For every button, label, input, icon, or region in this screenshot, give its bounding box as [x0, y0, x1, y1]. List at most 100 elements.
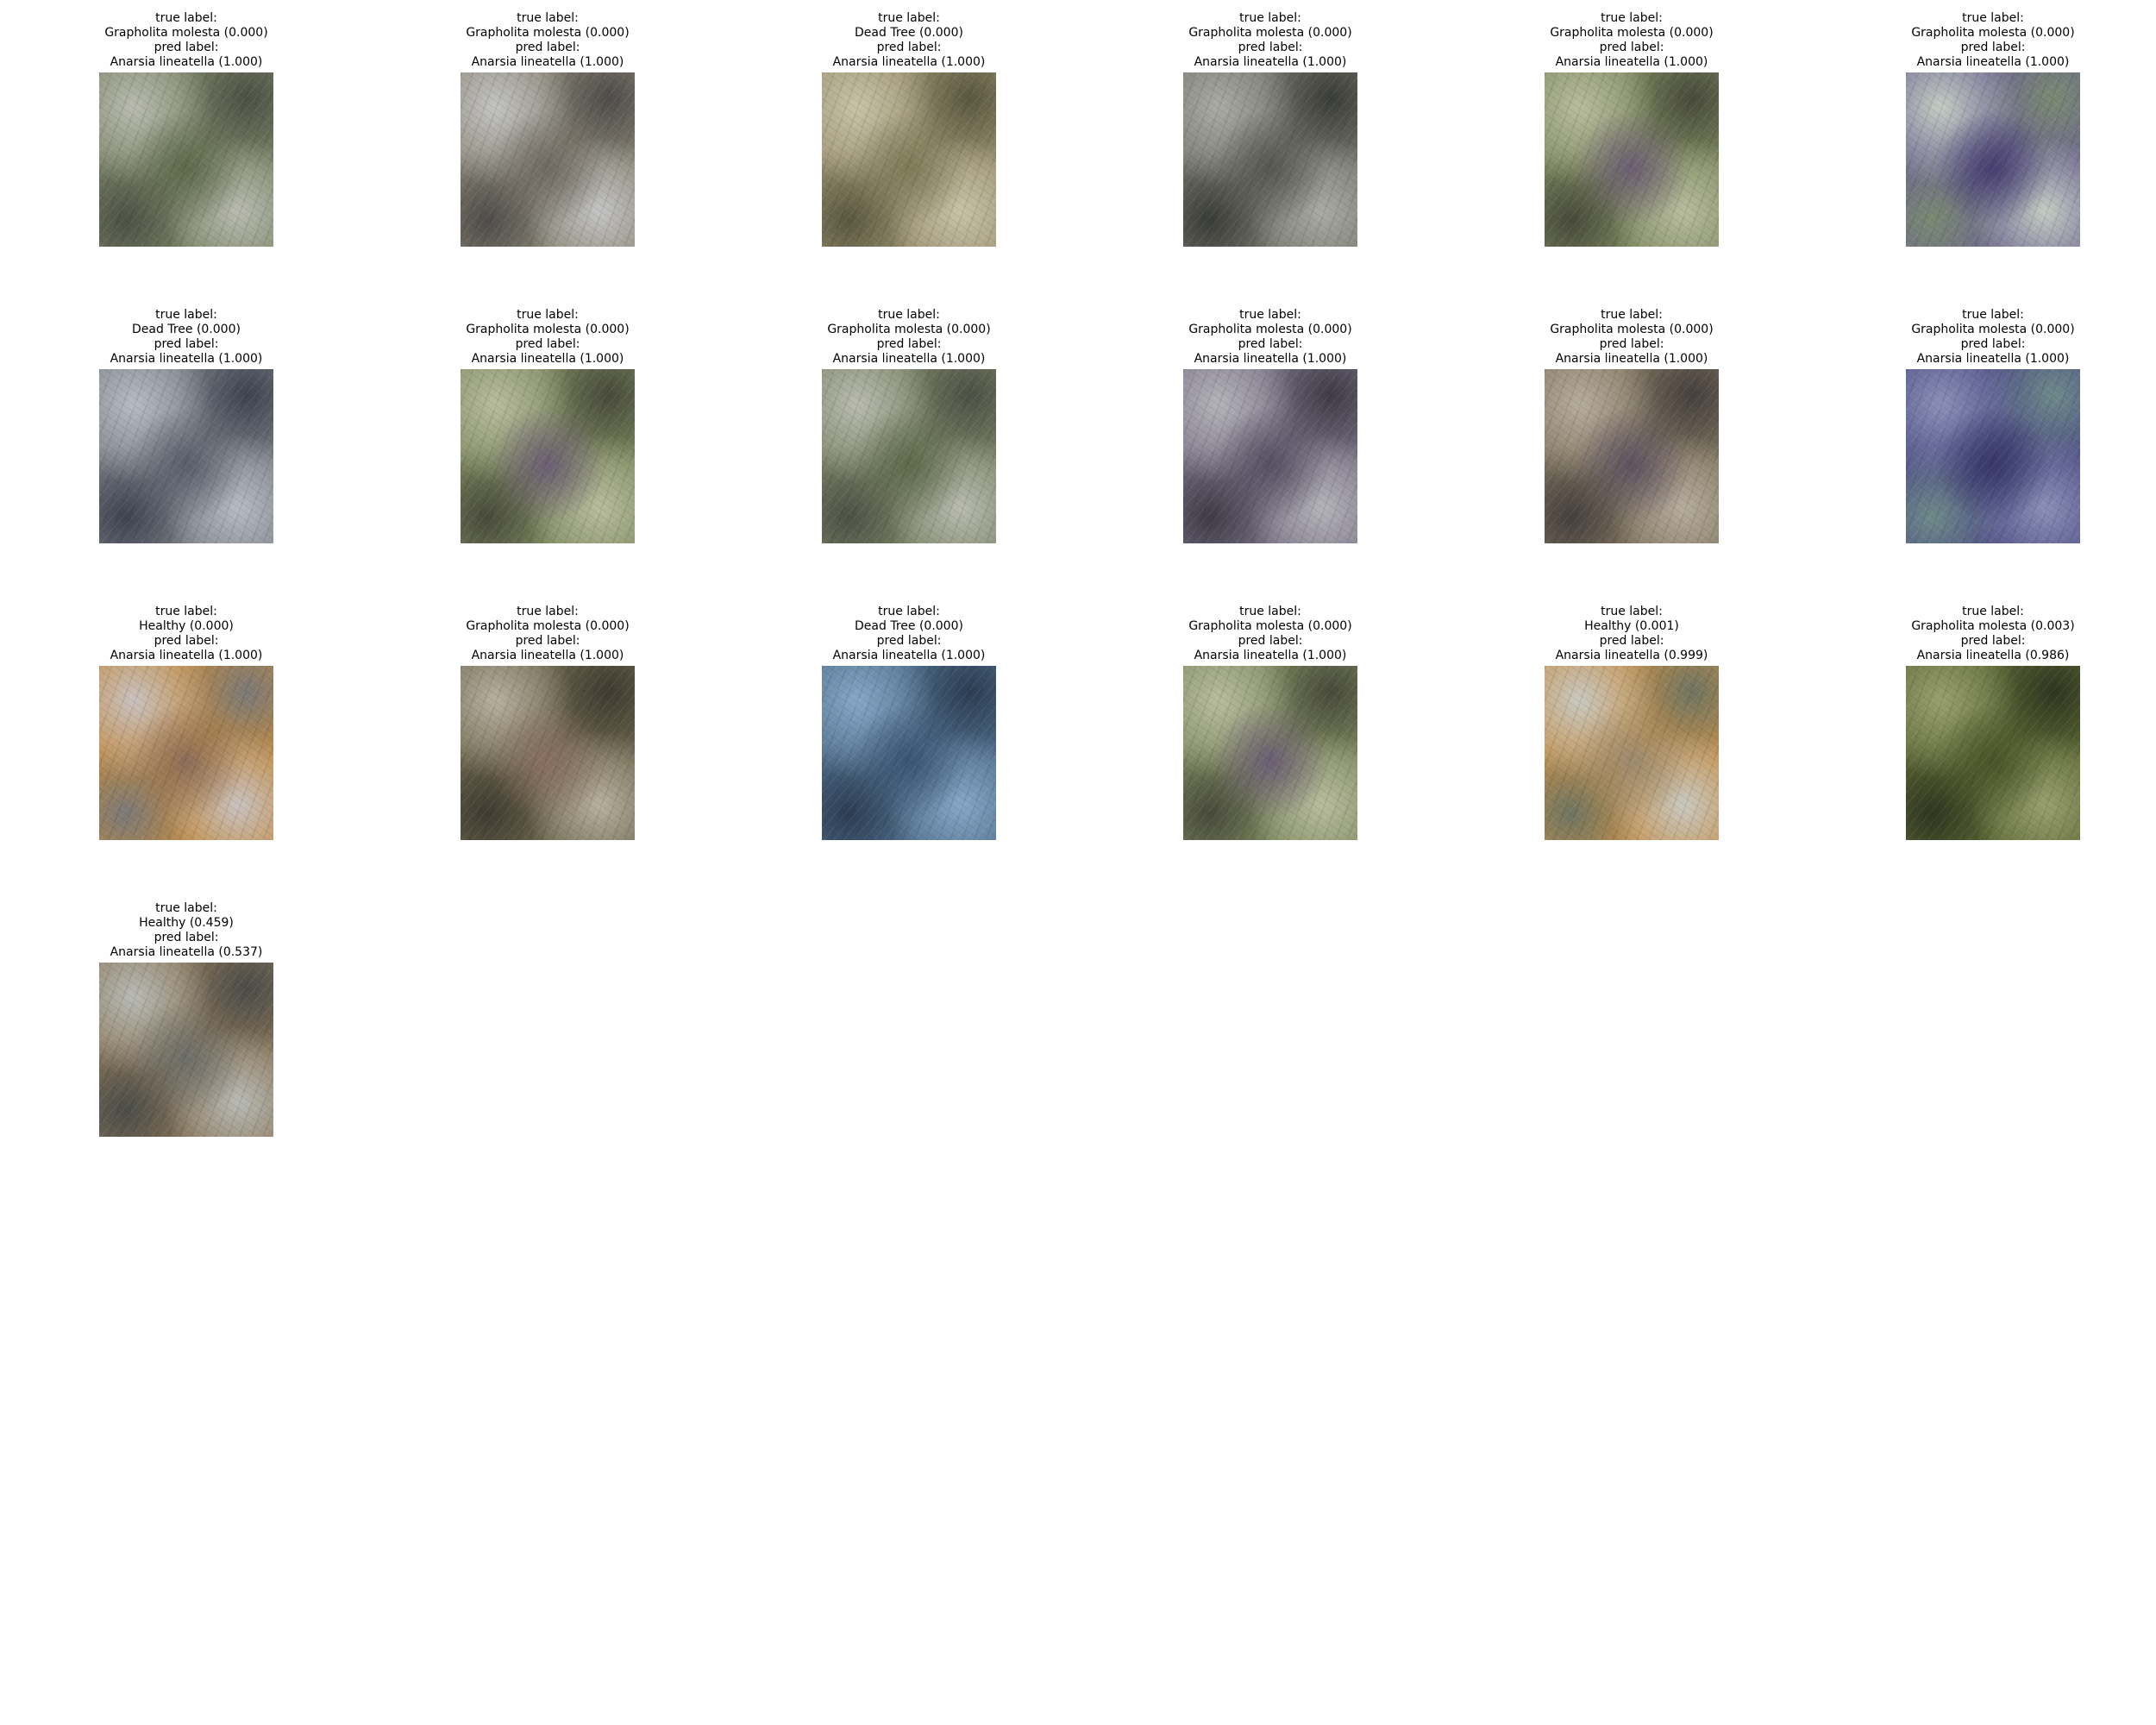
grid-panel: true label: Dead Tree (0.000) pred label: A…	[822, 605, 996, 840]
grid-panel: true label: Dead Tree (0.000) pred label: A…	[822, 11, 996, 247]
true-label-value: Healthy (0.000)	[139, 619, 234, 633]
pred-label-value: Anarsia lineatella (0.999)	[1555, 649, 1708, 662]
panel-image-texture	[461, 72, 635, 247]
true-label-value: Healthy (0.001)	[1584, 619, 1679, 633]
pred-label-value: Anarsia lineatella (1.000)	[1916, 352, 2070, 366]
true-label-heading: true label:	[155, 11, 217, 25]
grid-panel: true label: Healthy (0.459) pred label: Ana…	[99, 901, 273, 1137]
true-label-value: Grapholita molesta (0.003)	[1911, 619, 2075, 633]
panel-image-texture	[822, 72, 996, 247]
panel-image-texture	[1183, 72, 1357, 247]
true-label-heading: true label:	[517, 308, 579, 322]
grid-panel: true label: Grapholita molesta (0.000) pre…	[461, 605, 635, 840]
true-label-heading: true label:	[1601, 11, 1663, 25]
panel-caption: true label: Dead Tree (0.000) pred label: A…	[47, 308, 325, 367]
panel-image-texture	[1545, 666, 1719, 840]
true-label-value: Grapholita molesta (0.000)	[1188, 323, 1352, 336]
panel-image-texture	[1906, 72, 2080, 247]
grid-panel: true label: Grapholita molesta (0.000) pre…	[1183, 605, 1357, 840]
pred-label-value: Anarsia lineatella (1.000)	[1194, 352, 1347, 366]
panel-image	[1906, 666, 2080, 840]
panel-image	[1545, 666, 1719, 840]
pred-label-value: Anarsia lineatella (0.986)	[1916, 649, 2070, 662]
panel-image	[1545, 369, 1719, 543]
panel-caption: true label: Grapholita molesta (0.000) pre…	[1131, 605, 1409, 663]
true-label-heading: true label:	[1239, 605, 1301, 618]
panel-caption: true label: Dead Tree (0.000) pred label: A…	[770, 605, 1048, 663]
panel-image-texture	[461, 666, 635, 840]
grid-panel: true label: Grapholita molesta (0.000) pre…	[1183, 11, 1357, 247]
true-label-value: Grapholita molesta (0.000)	[466, 619, 630, 633]
panel-caption: true label: Grapholita molesta (0.000) pre…	[1131, 308, 1409, 367]
grid-panel: true label: Grapholita molesta (0.000) pre…	[1906, 308, 2080, 543]
image-grid-figure: true label: Grapholita molesta (0.000) pre…	[0, 0, 2156, 1725]
true-label-value: Grapholita molesta (0.000)	[1911, 323, 2075, 336]
true-label-heading: true label:	[517, 11, 579, 25]
panel-image	[822, 72, 996, 247]
pred-label-heading: pred label:	[876, 634, 942, 648]
true-label-value: Grapholita molesta (0.000)	[104, 26, 268, 40]
pred-label-value: Anarsia lineatella (1.000)	[1555, 352, 1708, 366]
pred-label-heading: pred label:	[876, 337, 942, 351]
grid-panel: true label: Grapholita molesta (0.000) pre…	[822, 308, 996, 543]
panel-image-texture	[1545, 369, 1719, 543]
true-label-heading: true label:	[878, 605, 940, 618]
panel-caption: true label: Grapholita molesta (0.000) pre…	[1854, 11, 2132, 70]
panel-image	[1545, 72, 1719, 247]
true-label-heading: true label:	[1601, 605, 1663, 618]
grid-panel: true label: Grapholita molesta (0.000) pre…	[461, 11, 635, 247]
panel-caption: true label: Healthy (0.459) pred label: Ana…	[47, 901, 325, 960]
true-label-value: Healthy (0.459)	[139, 916, 234, 930]
panel-image	[99, 666, 273, 840]
true-label-value: Grapholita molesta (0.000)	[466, 26, 630, 40]
pred-label-value: Anarsia lineatella (1.000)	[832, 649, 986, 662]
true-label-value: Grapholita molesta (0.000)	[1550, 26, 1714, 40]
pred-label-heading: pred label:	[876, 41, 942, 54]
pred-label-value: Anarsia lineatella (1.000)	[1194, 649, 1347, 662]
pred-label-value: Anarsia lineatella (1.000)	[1555, 55, 1708, 69]
panel-image	[822, 369, 996, 543]
true-label-heading: true label:	[155, 605, 217, 618]
grid-panel: true label: Grapholita molesta (0.000) pre…	[1183, 308, 1357, 543]
pred-label-heading: pred label:	[154, 634, 219, 648]
true-label-heading: true label:	[1239, 11, 1301, 25]
true-label-heading: true label:	[1962, 308, 2024, 322]
panel-image	[461, 72, 635, 247]
pred-label-value: Anarsia lineatella (1.000)	[110, 352, 263, 366]
pred-label-value: Anarsia lineatella (1.000)	[110, 649, 263, 662]
true-label-heading: true label:	[878, 11, 940, 25]
true-label-heading: true label:	[517, 605, 579, 618]
panel-caption: true label: Grapholita molesta (0.000) pre…	[1493, 11, 1771, 70]
panel-image-texture	[1545, 72, 1719, 247]
grid-panel: true label: Grapholita molesta (0.000) pre…	[461, 308, 635, 543]
panel-caption: true label: Grapholita molesta (0.000) pre…	[1854, 308, 2132, 367]
panel-image	[99, 72, 273, 247]
panel-image-texture	[461, 369, 635, 543]
panel-image	[461, 369, 635, 543]
pred-label-heading: pred label:	[1960, 41, 2026, 54]
true-label-heading: true label:	[1962, 605, 2024, 618]
panel-image-texture	[99, 369, 273, 543]
true-label-value: Dead Tree (0.000)	[132, 323, 241, 336]
panel-image-texture	[1183, 369, 1357, 543]
pred-label-value: Anarsia lineatella (1.000)	[110, 55, 263, 69]
panel-image	[99, 369, 273, 543]
true-label-heading: true label:	[1601, 308, 1663, 322]
pred-label-value: Anarsia lineatella (1.000)	[471, 352, 624, 366]
pred-label-value: Anarsia lineatella (1.000)	[1194, 55, 1347, 69]
pred-label-heading: pred label:	[515, 634, 580, 648]
true-label-value: Dead Tree (0.000)	[855, 26, 963, 40]
pred-label-heading: pred label:	[154, 931, 219, 944]
pred-label-heading: pred label:	[1238, 634, 1303, 648]
panel-image-texture	[1906, 369, 2080, 543]
grid-panel: true label: Grapholita molesta (0.003) pre…	[1906, 605, 2080, 840]
true-label-heading: true label:	[878, 308, 940, 322]
panel-caption: true label: Grapholita molesta (0.000) pre…	[409, 11, 686, 70]
panel-image-texture	[99, 72, 273, 247]
pred-label-heading: pred label:	[515, 337, 580, 351]
true-label-heading: true label:	[1962, 11, 2024, 25]
pred-label-value: Anarsia lineatella (0.537)	[110, 945, 263, 959]
true-label-value: Grapholita molesta (0.000)	[1550, 323, 1714, 336]
pred-label-heading: pred label:	[1238, 41, 1303, 54]
panel-image-texture	[99, 666, 273, 840]
